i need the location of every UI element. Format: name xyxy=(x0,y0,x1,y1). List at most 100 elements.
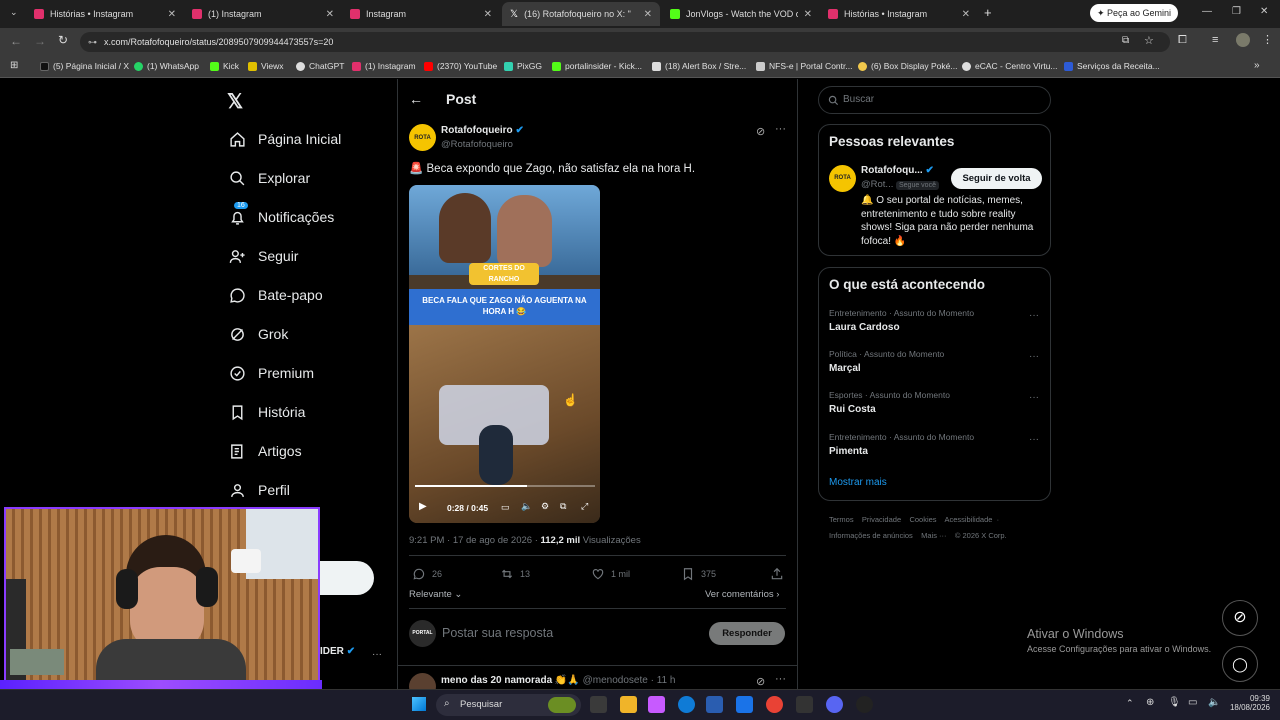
nav-notifications[interactable]: 16 Notificações xyxy=(228,202,334,226)
video-progress-track[interactable] xyxy=(415,485,595,487)
nav-explore[interactable]: Explorar xyxy=(228,169,310,187)
video-player[interactable]: CORTES DO RANCHO BECA FALA QUE ZAGO NÃO … xyxy=(409,185,600,523)
nav-follow[interactable]: Seguir xyxy=(228,247,298,265)
close-icon[interactable]: ✕ xyxy=(644,9,652,20)
repost-button[interactable]: 13 xyxy=(500,567,530,581)
grok-float-button[interactable]: ⊘ xyxy=(1222,600,1258,636)
search-input[interactable]: Buscar xyxy=(818,86,1051,114)
forward-icon[interactable]: → xyxy=(34,34,46,48)
see-comments-link[interactable]: Ver comentários › xyxy=(705,589,779,600)
capcut-icon[interactable] xyxy=(796,696,813,713)
more-options-icon[interactable]: ··· xyxy=(1029,351,1039,362)
bookmark-button[interactable]: 375 xyxy=(681,567,716,581)
grok-icon[interactable]: ⊘ xyxy=(756,675,765,688)
nav-history[interactable]: História xyxy=(228,403,305,421)
windows-start-icon[interactable] xyxy=(412,697,426,711)
trend-item[interactable]: Entretenimento · Assunto do Momento Pime… xyxy=(829,432,1039,457)
trend-item[interactable]: Esportes · Assunto do Momento Rui Costa … xyxy=(829,390,1039,415)
footer-links[interactable]: Informações de anúncios Mais ··· © 2026 … xyxy=(829,531,1007,540)
bookmark-portalinsider[interactable]: portalinsider - Kick... xyxy=(552,61,642,71)
taskbar-search[interactable]: ⌕ Pesquisar xyxy=(436,694,581,716)
nav-profile[interactable]: Perfil xyxy=(228,481,290,499)
grok-icon[interactable]: ⊘ xyxy=(756,125,765,138)
follow-back-button[interactable]: Seguir de volta xyxy=(951,168,1042,189)
copilot-icon[interactable] xyxy=(648,696,665,713)
reply-submit-button[interactable]: Responder xyxy=(709,622,785,645)
back-arrow-icon[interactable]: ← xyxy=(409,91,423,107)
tab-5[interactable]: JonVlogs - Watch the VOD on ✕ xyxy=(662,2,820,26)
pip-icon[interactable]: ⧉ xyxy=(560,501,566,512)
reply-input[interactable]: Postar sua resposta xyxy=(442,626,553,640)
play-icon[interactable]: ▶ xyxy=(419,501,427,512)
reply-button[interactable]: 26 xyxy=(412,567,442,581)
gemini-button[interactable]: ✦ Peça ao Gemini xyxy=(1090,4,1178,22)
bookmark-nfse[interactable]: NFS-e | Portal Contr... xyxy=(756,61,852,71)
bookmark-alertbox[interactable]: (18) Alert Box / Stre... xyxy=(652,61,746,71)
close-window-button[interactable]: ✕ xyxy=(1260,6,1268,17)
site-info-icon[interactable]: ⊶ xyxy=(88,32,97,52)
media-icon[interactable]: ≡ xyxy=(1212,34,1218,46)
close-icon[interactable]: ✕ xyxy=(168,9,176,20)
menu-icon[interactable]: ⋮ xyxy=(1262,33,1273,46)
show-hidden-icons[interactable]: ⌃ xyxy=(1126,698,1134,709)
bookmark-youtube[interactable]: (2370) YouTube xyxy=(424,61,497,71)
reply-author[interactable]: meno das 20 namorada 👏🙏 @menodosete · 11… xyxy=(441,675,675,686)
profile-avatar[interactable] xyxy=(1236,33,1250,47)
tab-2[interactable]: (1) Instagram ✕ xyxy=(184,2,342,26)
discord-icon[interactable] xyxy=(826,696,843,713)
close-icon[interactable]: ✕ xyxy=(484,9,492,20)
bookmark-pokemon[interactable]: (6) Box Display Poké... xyxy=(858,61,957,71)
account-name[interactable]: IDER ✔ xyxy=(320,646,355,657)
bookmark-kick[interactable]: Kick xyxy=(210,61,239,71)
author-name[interactable]: Rotafofoqueiro ✔ xyxy=(441,125,524,136)
show-more-link[interactable]: Mostrar mais xyxy=(829,477,887,488)
bookmark-instagram[interactable]: (1) Instagram xyxy=(352,61,416,71)
nav-premium[interactable]: Premium xyxy=(228,364,314,382)
person-avatar[interactable]: ROTA xyxy=(829,165,856,192)
mail-icon[interactable] xyxy=(736,696,753,713)
fullscreen-icon[interactable]: ⤢ xyxy=(581,501,588,512)
file-explorer-icon[interactable] xyxy=(620,696,637,713)
volume-icon[interactable]: 🔈 xyxy=(521,501,532,512)
display-icon[interactable]: ▭ xyxy=(1188,697,1197,708)
back-icon[interactable]: ← xyxy=(10,34,22,48)
new-tab-button[interactable]: + xyxy=(984,5,992,20)
close-icon[interactable]: ✕ xyxy=(804,9,812,20)
extensions-icon[interactable]: ⧠ xyxy=(1178,34,1187,47)
reload-icon[interactable]: ↻ xyxy=(58,33,68,47)
maximize-button[interactable]: ❐ xyxy=(1232,6,1241,17)
account-more-icon[interactable]: ··· xyxy=(372,649,382,660)
bookmark-receita[interactable]: Serviços da Receita... xyxy=(1064,61,1160,71)
obs-icon[interactable] xyxy=(856,696,873,713)
store-icon[interactable] xyxy=(706,696,723,713)
settings-icon[interactable]: ⚙ xyxy=(541,501,549,512)
bookmark-ecac[interactable]: eCAC - Centro Virtu... xyxy=(962,61,1058,71)
trend-item[interactable]: Entretenimento · Assunto do Momento Laur… xyxy=(829,308,1039,333)
install-icon[interactable]: ⧉ xyxy=(1122,35,1129,46)
apps-icon[interactable]: ⊞ xyxy=(10,60,18,71)
tab-3[interactable]: Instagram ✕ xyxy=(342,2,500,26)
chrome-icon[interactable] xyxy=(766,696,783,713)
bookmark-x[interactable]: (5) Página Inicial / X xyxy=(40,61,129,71)
volume-icon[interactable]: 🔈 xyxy=(1208,697,1220,708)
footer-links[interactable]: Termos Privacidade Cookies Acessibilidad… xyxy=(829,515,999,524)
post-timestamp[interactable]: 9:21 PM · 17 de ago de 2026 · xyxy=(409,535,541,546)
nav-grok[interactable]: Grok xyxy=(228,325,288,343)
bookmark-viewx[interactable]: Viewx xyxy=(248,61,284,71)
sort-dropdown[interactable]: Relevante ⌄ xyxy=(409,589,462,600)
microphone-icon[interactable]: 🎙 xyxy=(1168,697,1181,708)
tab-6[interactable]: Histórias • Instagram ✕ xyxy=(820,2,978,26)
more-options-icon[interactable]: ··· xyxy=(1029,310,1039,321)
bookmark-pixgg[interactable]: PixGG xyxy=(504,61,542,71)
more-options-icon[interactable]: ··· xyxy=(1029,434,1039,445)
bookmark-whatsapp[interactable]: (1) WhatsApp xyxy=(134,61,199,71)
task-view-icon[interactable] xyxy=(590,696,607,713)
tab-search-icon[interactable]: ⌄ xyxy=(10,7,18,18)
url-field[interactable]: ⊶ x.com/Rotafofoqueiro/status/2089507909… xyxy=(80,32,1170,52)
network-icon[interactable]: ⊕ xyxy=(1146,697,1154,708)
chat-float-button[interactable]: ◯ xyxy=(1222,646,1258,682)
author-handle[interactable]: @Rotafofoqueiro xyxy=(441,139,513,150)
person-name[interactable]: Rotafofoqu... ✔ xyxy=(861,165,934,176)
share-button[interactable] xyxy=(770,567,790,581)
author-avatar[interactable]: ROTA xyxy=(409,124,436,151)
